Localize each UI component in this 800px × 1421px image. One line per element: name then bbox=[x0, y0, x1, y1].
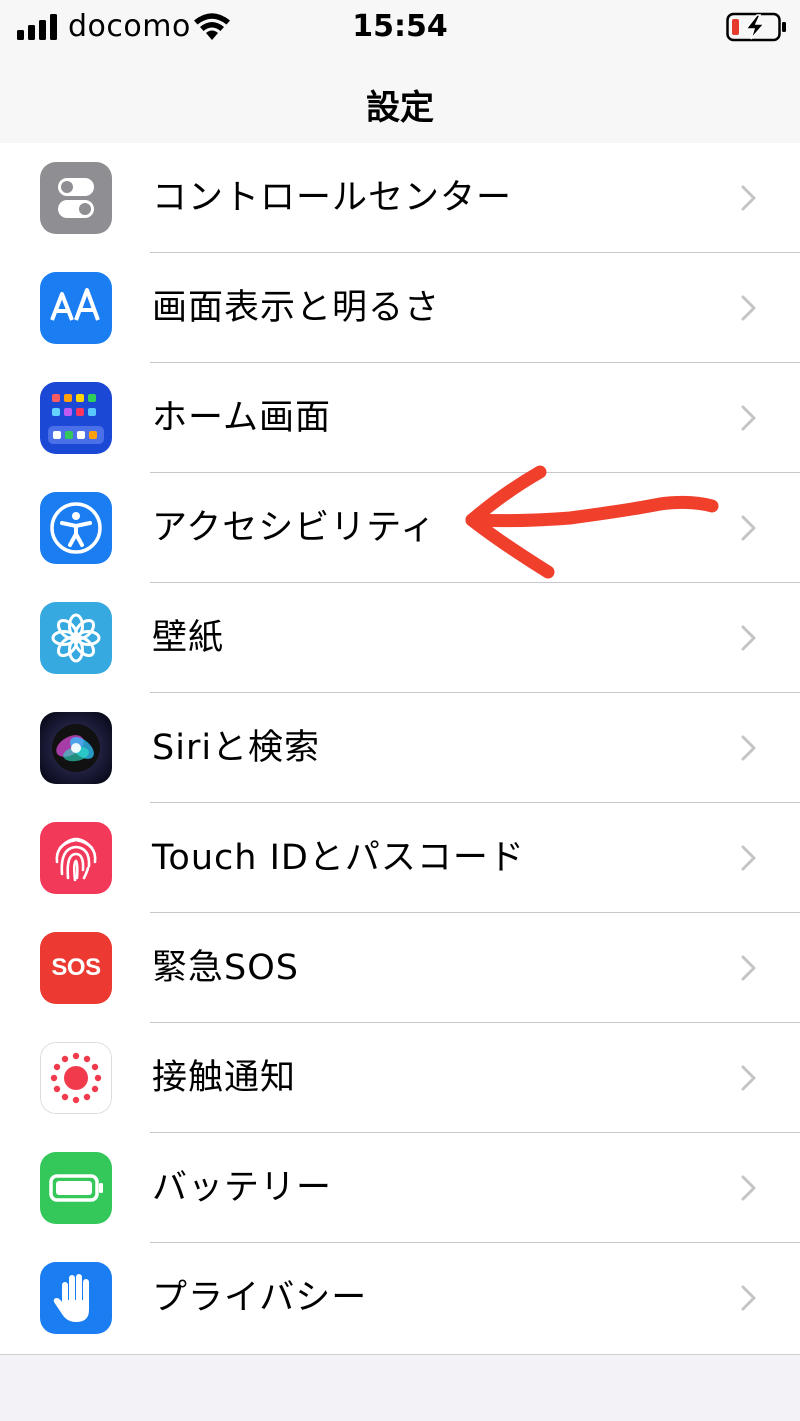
settings-item-privacy[interactable]: プライバシー bbox=[0, 1243, 800, 1353]
chevron-right-icon bbox=[741, 1285, 756, 1311]
settings-item-label: Touch IDとパスコード bbox=[152, 838, 525, 878]
control-center-icon bbox=[40, 162, 112, 234]
settings-item-exposure-notifications[interactable]: 接触通知 bbox=[0, 1023, 800, 1133]
settings-item-label: ホーム画面 bbox=[152, 398, 331, 438]
page-title: 設定 bbox=[366, 88, 434, 128]
chevron-right-icon bbox=[741, 1175, 756, 1201]
battery-icon bbox=[40, 1152, 112, 1224]
settings-item-display-brightness[interactable]: 画面表示と明るさ bbox=[0, 253, 800, 363]
sos-icon-text: SOS bbox=[51, 954, 101, 981]
settings-item-label: アクセシビリティ bbox=[152, 508, 437, 548]
settings-list: コントロールセンター 画面表示と明るさ ホーム画面 アクセシビリティ 壁紙 Si… bbox=[0, 143, 800, 1355]
chevron-right-icon bbox=[741, 405, 756, 431]
settings-item-siri-search[interactable]: Siriと検索 bbox=[0, 693, 800, 803]
chevron-right-icon bbox=[741, 845, 756, 871]
sos-icon: SOS bbox=[40, 932, 112, 1004]
chevron-right-icon bbox=[741, 625, 756, 651]
chevron-right-icon bbox=[741, 295, 756, 321]
settings-item-label: Siriと検索 bbox=[152, 728, 321, 768]
settings-item-touch-id[interactable]: Touch IDとパスコード bbox=[0, 803, 800, 913]
accessibility-icon bbox=[40, 492, 112, 564]
chevron-right-icon bbox=[741, 515, 756, 541]
chevron-right-icon bbox=[741, 185, 756, 211]
status-bar: docomo 15:54 bbox=[0, 0, 800, 56]
battery-charging-icon bbox=[726, 12, 786, 42]
settings-item-home-screen[interactable]: ホーム画面 bbox=[0, 363, 800, 473]
privacy-hand-icon bbox=[40, 1262, 112, 1334]
chevron-right-icon bbox=[741, 1065, 756, 1091]
settings-item-emergency-sos[interactable]: SOS 緊急SOS bbox=[0, 913, 800, 1023]
settings-item-label: コントロールセンター bbox=[152, 178, 513, 218]
settings-item-label: バッテリー bbox=[152, 1168, 333, 1208]
settings-item-wallpaper[interactable]: 壁紙 bbox=[0, 583, 800, 693]
settings-item-label: 緊急SOS bbox=[152, 948, 299, 988]
settings-item-accessibility[interactable]: アクセシビリティ bbox=[0, 473, 800, 583]
chevron-right-icon bbox=[741, 735, 756, 761]
display-brightness-icon bbox=[40, 272, 112, 344]
settings-item-control-center[interactable]: コントロールセンター bbox=[0, 143, 800, 253]
home-screen-icon bbox=[40, 382, 112, 454]
siri-icon bbox=[40, 712, 112, 784]
chevron-right-icon bbox=[741, 955, 756, 981]
wallpaper-icon bbox=[40, 602, 112, 674]
touch-id-icon bbox=[40, 822, 112, 894]
clock: 15:54 bbox=[352, 9, 448, 44]
settings-item-label: 壁紙 bbox=[152, 618, 225, 658]
exposure-notification-icon bbox=[40, 1042, 112, 1114]
settings-item-label: プライバシー bbox=[152, 1278, 368, 1318]
settings-item-label: 画面表示と明るさ bbox=[152, 288, 441, 328]
settings-item-label: 接触通知 bbox=[152, 1058, 297, 1098]
settings-item-battery[interactable]: バッテリー bbox=[0, 1133, 800, 1243]
